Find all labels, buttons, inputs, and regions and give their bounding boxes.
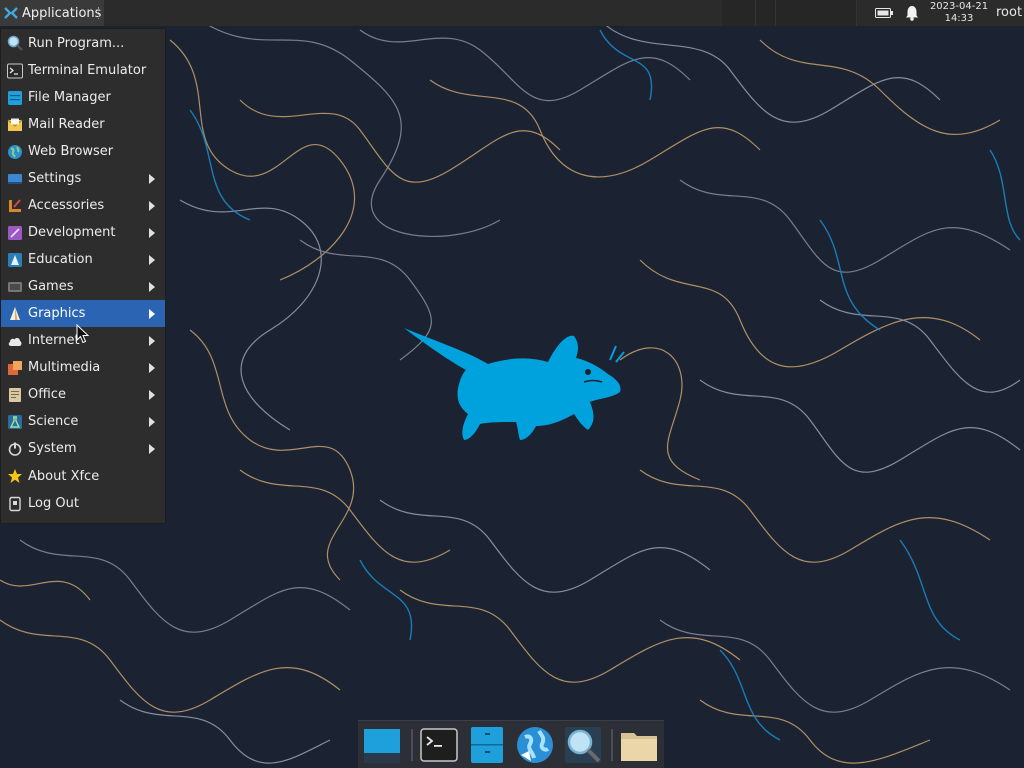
menu-item-education[interactable]: Education xyxy=(1,246,165,273)
battery-icon[interactable] xyxy=(875,8,893,18)
user-menu[interactable]: root xyxy=(996,5,1022,20)
folder-icon[interactable] xyxy=(619,725,659,765)
submenu-arrow-icon xyxy=(149,282,155,292)
dock-separator xyxy=(411,729,413,761)
bell-icon[interactable] xyxy=(905,5,919,21)
globe-icon xyxy=(8,144,22,159)
menu-item-log-out[interactable]: Log Out xyxy=(1,490,165,517)
submenu-arrow-icon xyxy=(149,417,155,427)
menu-item-label: Web Browser xyxy=(28,144,114,159)
web-browser-icon[interactable] xyxy=(515,725,555,765)
menu-item-file-manager[interactable]: File Manager xyxy=(1,84,165,111)
power-icon xyxy=(8,442,22,456)
menu-item-label: Science xyxy=(28,414,79,429)
menu-item-science[interactable]: Science xyxy=(1,408,165,435)
menu-item-label: Internet xyxy=(28,333,80,348)
games-icon xyxy=(8,281,22,292)
submenu-arrow-icon xyxy=(149,309,155,319)
submenu-arrow-icon xyxy=(149,444,155,454)
applications-menu-button[interactable]: Applications xyxy=(0,0,104,26)
menu-item-about-xfce[interactable]: About Xfce xyxy=(1,462,165,490)
mouse-pointer-icon xyxy=(76,324,90,344)
menu-item-accessories[interactable]: Accessories xyxy=(1,192,165,219)
menu-item-label: Terminal Emulator xyxy=(28,63,147,78)
menu-item-label: Office xyxy=(28,387,66,402)
menu-item-label: Games xyxy=(28,279,74,294)
top-panel: Applications 2023-04-21 14:33 root xyxy=(0,0,1024,26)
panel-separator xyxy=(856,0,857,26)
menu-item-label: About Xfce xyxy=(28,468,100,484)
menu-item-graphics[interactable]: Graphics xyxy=(1,300,165,327)
menu-item-system[interactable]: System xyxy=(1,435,165,462)
file-manager-icon[interactable] xyxy=(467,725,507,765)
clock[interactable]: 2023-04-21 14:33 xyxy=(926,1,992,25)
dock-separator xyxy=(611,729,613,761)
submenu-arrow-icon xyxy=(149,174,155,184)
submenu-arrow-icon xyxy=(149,201,155,211)
office-icon xyxy=(9,387,21,402)
science-icon xyxy=(8,414,22,429)
system-tray xyxy=(866,0,919,26)
settings-icon xyxy=(8,173,22,184)
logout-icon xyxy=(9,496,21,511)
menu-item-label: Accessories xyxy=(28,198,105,213)
menu-item-label: Development xyxy=(28,225,116,240)
dock xyxy=(358,720,664,768)
menu-item-label: Run Program... xyxy=(28,35,125,51)
panel-handle-icon[interactable] xyxy=(98,7,102,19)
panel-separator xyxy=(755,0,756,26)
clock-date: 2023-04-21 xyxy=(929,1,989,12)
development-icon xyxy=(8,225,22,240)
menu-item-web-browser[interactable]: Web Browser xyxy=(1,138,165,165)
xfce-mouse-logo xyxy=(404,328,625,440)
submenu-arrow-icon xyxy=(149,228,155,238)
menu-item-label: Graphics xyxy=(28,306,86,321)
menu-item-label: Education xyxy=(28,252,93,267)
file-manager-icon xyxy=(8,90,22,105)
menu-item-run-program[interactable]: Run Program... xyxy=(1,29,165,57)
terminal-icon xyxy=(7,63,23,78)
menu-item-terminal-emulator[interactable]: Terminal Emulator xyxy=(1,57,165,84)
menu-item-office[interactable]: Office xyxy=(1,381,165,408)
menu-item-label: Log Out xyxy=(28,496,79,511)
cloud-icon xyxy=(8,337,22,346)
menu-item-development[interactable]: Development xyxy=(1,219,165,246)
menu-item-games[interactable]: Games xyxy=(1,273,165,300)
accessories-icon xyxy=(9,198,21,212)
applications-label: Applications xyxy=(22,5,102,21)
menu-item-settings[interactable]: Settings xyxy=(1,165,165,192)
window-buttons-area xyxy=(722,0,857,26)
search-icon xyxy=(7,35,23,51)
show-desktop-icon[interactable] xyxy=(362,725,402,765)
graphics-icon xyxy=(10,306,20,320)
submenu-arrow-icon xyxy=(149,363,155,373)
panel-separator xyxy=(775,0,776,26)
menu-item-mail-reader[interactable]: Mail Reader xyxy=(1,111,165,138)
applications-menu: Run Program... Terminal Emulator File Ma… xyxy=(0,28,166,524)
menu-item-label: Settings xyxy=(28,171,82,186)
menu-item-label: Multimedia xyxy=(28,360,101,375)
terminal-icon[interactable] xyxy=(419,725,459,765)
app-finder-icon[interactable] xyxy=(563,725,603,765)
menu-item-label: Mail Reader xyxy=(28,117,105,132)
multimedia-icon xyxy=(8,360,22,375)
menu-item-multimedia[interactable]: Multimedia xyxy=(1,354,165,381)
education-icon xyxy=(8,252,22,267)
submenu-arrow-icon xyxy=(149,255,155,265)
clock-time: 14:33 xyxy=(944,13,974,24)
menu-item-label: System xyxy=(28,441,77,456)
submenu-arrow-icon xyxy=(149,390,155,400)
mail-icon xyxy=(7,118,23,131)
xfce-logo-icon xyxy=(4,7,18,19)
star-icon xyxy=(8,469,22,483)
menu-item-label: File Manager xyxy=(28,90,111,105)
submenu-arrow-icon xyxy=(149,336,155,346)
